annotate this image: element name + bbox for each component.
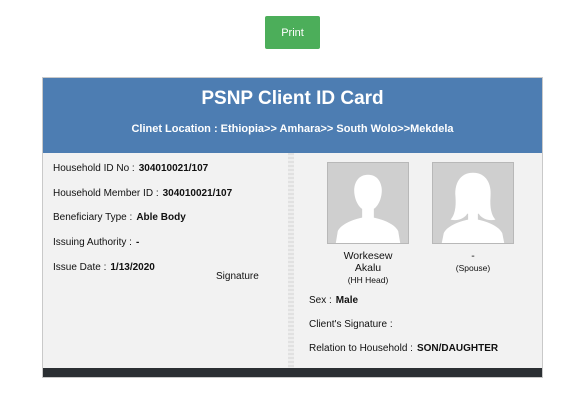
card-left-panel: Household ID No :304010021/107 Household… — [43, 153, 288, 370]
spouse-role: (Spouse) — [455, 263, 491, 273]
head-name-line2: Akalu — [354, 262, 382, 274]
sex-label: Sex : — [309, 295, 332, 306]
id-card: PSNP Client ID Card Clinet Location : Et… — [42, 77, 543, 378]
female-avatar-icon — [432, 162, 514, 244]
household-member-id-field: Household Member ID :304010021/107 — [53, 188, 232, 199]
signature-label: Signature — [216, 271, 259, 282]
head-name: Workesew Akalu (HH Head) — [317, 250, 419, 286]
client-signature-field: Client's Signature : — [309, 319, 393, 330]
card-header: PSNP Client ID Card Clinet Location : Et… — [43, 78, 542, 153]
household-member-id-value: 304010021/107 — [162, 188, 233, 199]
household-member-id-label: Household Member ID : — [53, 188, 159, 199]
household-id-field: Household ID No :304010021/107 — [53, 163, 208, 174]
sex-value: Male — [335, 295, 359, 306]
beneficiary-type-field: Beneficiary Type : Able Body — [53, 212, 186, 223]
sex-field: Sex : Male — [309, 295, 358, 306]
beneficiary-type-label: Beneficiary Type : — [53, 212, 133, 223]
spouse-name: - (Spouse) — [422, 250, 524, 274]
client-signature-label: Client's Signature : — [309, 319, 393, 330]
relation-value: SON/DAUGHTER — [416, 343, 499, 354]
client-location: Clinet Location : Ethiopia>> Amhara>> So… — [131, 123, 454, 135]
household-id-label: Household ID No : — [53, 163, 135, 174]
card-right-panel: Workesew Akalu (HH Head) - (Spouse) Sex … — [294, 153, 542, 370]
head-name-line1: Workesew — [343, 250, 393, 262]
relation-field: Relation to Household : SON/DAUGHTER — [309, 343, 498, 354]
relation-label: Relation to Household : — [309, 343, 413, 354]
issue-date-value: 1/13/2020 — [110, 262, 155, 273]
issuing-authority-value: - — [135, 237, 140, 248]
spouse-name-value: - — [471, 250, 475, 262]
issuing-authority-field: Issuing Authority :- — [53, 237, 139, 248]
head-role: (HH Head) — [347, 275, 389, 285]
card-title: PSNP Client ID Card — [201, 88, 384, 109]
card-footer-bar — [43, 368, 542, 377]
issue-date-label: Issue Date : — [53, 262, 107, 273]
beneficiary-type-value: Able Body — [136, 212, 186, 223]
print-button[interactable]: Print — [265, 16, 320, 49]
issuing-authority-label: Issuing Authority : — [53, 237, 132, 248]
household-id-value: 304010021/107 — [138, 163, 209, 174]
male-avatar-icon — [327, 162, 409, 244]
issue-date-field: Issue Date :1/13/2020 — [53, 262, 155, 273]
